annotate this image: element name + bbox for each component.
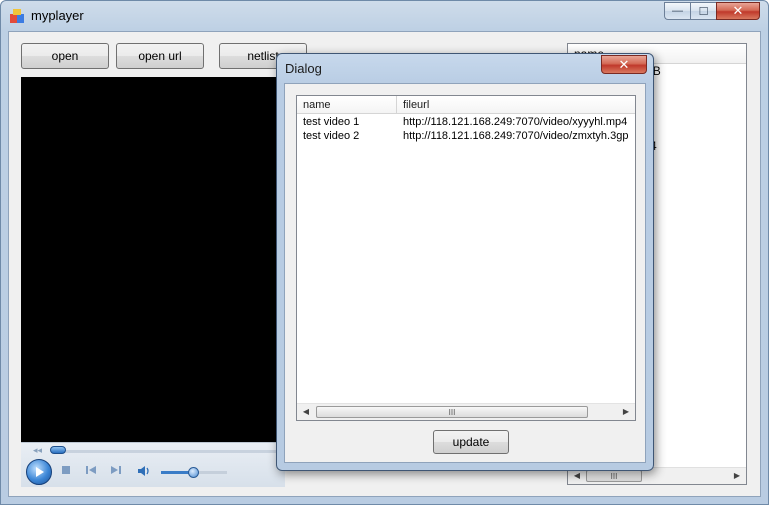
dialog-client-area: name fileurl test video 1 http://118.121.…	[284, 83, 646, 463]
next-button[interactable]	[109, 465, 123, 479]
dialog-title: Dialog	[285, 61, 322, 76]
open-url-button[interactable]: open url	[116, 43, 204, 69]
previous-button[interactable]	[84, 465, 98, 479]
cell-fileurl: http://118.121.168.249:7070/video/zmxtyh…	[403, 130, 629, 142]
scroll-thumb[interactable]: III	[586, 470, 642, 482]
minimize-icon: —	[672, 5, 683, 17]
window-title: myplayer	[31, 8, 84, 23]
list-body: test video 1 http://118.121.168.249:7070/…	[297, 115, 635, 143]
stop-icon	[62, 466, 70, 474]
scroll-right-icon[interactable]: ▶	[619, 406, 633, 418]
table-row[interactable]: test video 2 http://118.121.168.249:7070/…	[297, 129, 635, 143]
cell-fileurl: http://118.121.168.249:7070/video/xyyyhl…	[403, 116, 628, 128]
previous-icon	[86, 466, 96, 474]
scroll-left-icon[interactable]: ◀	[299, 406, 313, 418]
maximize-button[interactable]: ☐	[690, 2, 716, 20]
volume-icon	[138, 466, 149, 476]
dialog-close-button[interactable]: ✕	[601, 55, 647, 74]
close-icon: ✕	[732, 3, 744, 18]
caption-buttons: — ☐ ✕	[664, 2, 760, 20]
list-horizontal-scrollbar[interactable]: ◀ III ▶	[297, 403, 635, 420]
list-header: name fileurl	[297, 96, 635, 114]
column-header-name[interactable]: name	[297, 96, 397, 114]
next-icon	[111, 466, 121, 474]
table-row[interactable]: test video 1 http://118.121.168.249:7070/…	[297, 115, 635, 129]
play-icon	[36, 467, 44, 477]
cell-name: test video 2	[303, 130, 360, 142]
scroll-left-icon[interactable]: ◀	[570, 470, 584, 482]
play-button[interactable]	[26, 459, 52, 485]
update-button[interactable]: update	[433, 430, 509, 454]
column-header-fileurl[interactable]: fileurl	[397, 96, 635, 114]
file-list-vertical-scrollbar[interactable]	[748, 43, 754, 485]
seek-thumb[interactable]	[50, 446, 66, 454]
player-controls: ◂◂	[21, 442, 285, 487]
video-list-view[interactable]: name fileurl test video 1 http://118.121.…	[296, 95, 636, 421]
scroll-right-icon[interactable]: ▶	[730, 470, 744, 482]
close-button[interactable]: ✕	[716, 2, 760, 20]
minimize-button[interactable]: —	[664, 2, 690, 20]
title-bar[interactable]: myplayer — ☐ ✕	[1, 1, 768, 31]
volume-button[interactable]	[137, 465, 151, 479]
scroll-thumb[interactable]: III	[316, 406, 588, 418]
stop-button[interactable]	[59, 465, 73, 479]
open-button[interactable]: open	[21, 43, 109, 69]
maximize-icon: ☐	[698, 5, 709, 18]
close-icon: ✕	[618, 56, 630, 72]
seek-rewind-icon: ◂◂	[33, 445, 43, 455]
cell-name: test video 1	[303, 116, 360, 128]
video-display[interactable]	[21, 77, 285, 442]
app-icon	[10, 9, 24, 23]
netlist-dialog: Dialog ✕ name fileurl test video 1 http:/…	[276, 53, 654, 471]
seek-bar[interactable]	[51, 450, 281, 453]
volume-thumb[interactable]	[188, 467, 199, 478]
